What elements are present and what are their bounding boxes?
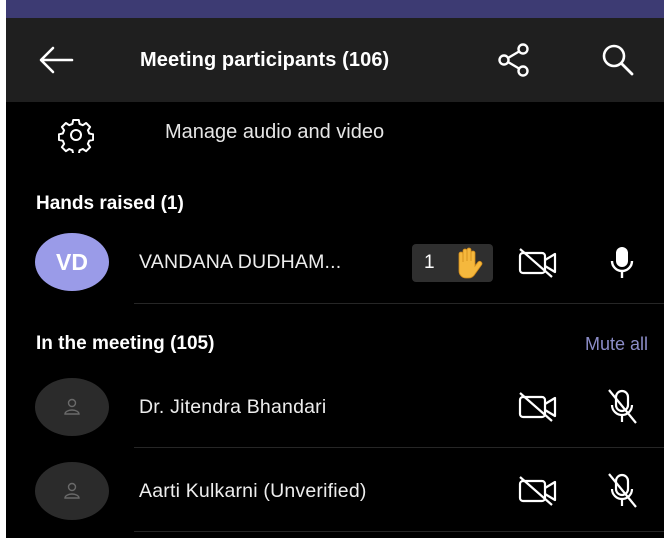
page-title: Meeting participants (106) [140,49,390,71]
manage-audio-video-label: Manage audio and video [165,121,385,143]
raised-hand-badge: 1 [412,244,493,282]
divider [134,447,664,448]
divider [134,303,664,304]
camera-off-icon [518,476,557,506]
avatar [35,378,109,436]
search-button[interactable] [600,42,636,78]
in-meeting-heading: In the meeting (105) [36,333,215,354]
mic-off-icon [608,473,637,508]
participant-name: Dr. Jitendra Bhandari [139,396,327,418]
camera-off-icon [518,392,557,422]
person-icon [64,398,80,415]
raised-hand-icon [458,247,483,279]
microphone-icon [610,247,634,278]
status-strip [6,0,664,18]
participant-row[interactable]: Dr. Jitendra Bhandari [6,375,664,445]
mic-off-icon [608,389,637,424]
teams-participants-panel: Meeting participants (106) Manage audio … [6,0,664,538]
avatar [35,462,109,520]
arrow-left-icon [39,46,74,74]
participant-row[interactable]: Aarti Kulkarni (Unverified) [6,459,664,529]
avatar: VD [35,233,109,291]
search-icon [602,44,634,76]
header-bar: Meeting participants (106) [6,18,664,102]
hands-raised-heading: Hands raised (1) [36,193,184,214]
participant-name: Aarti Kulkarni (Unverified) [139,480,367,502]
camera-off-icon [518,248,557,278]
mute-all-button[interactable]: Mute all [585,334,648,355]
person-icon [64,482,80,499]
participant-row[interactable]: VD VANDANA DUDHAM... 1 [6,230,664,300]
raised-hand-count: 1 [424,252,435,273]
manage-audio-video-row[interactable]: Manage audio and video [6,104,664,162]
divider [134,531,664,532]
share-button[interactable] [496,42,532,78]
share-icon [498,43,529,77]
back-button[interactable] [36,44,76,76]
gear-icon [58,119,94,153]
participant-name: VANDANA DUDHAM... [139,251,342,273]
